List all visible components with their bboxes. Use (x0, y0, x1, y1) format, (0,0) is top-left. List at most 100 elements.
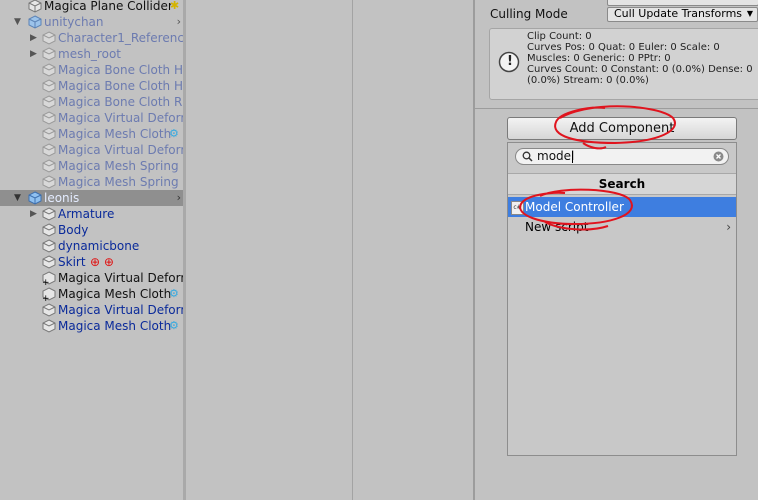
result-label: Model Controller (525, 200, 624, 214)
hierarchy-row[interactable]: Magica Mesh Cloth ⚙ (0, 318, 183, 334)
hierarchy-row[interactable]: Magica Mesh Cloth ⚙ (0, 126, 183, 142)
add-component-popup: model Search c# Model Controller New scr… (507, 142, 737, 456)
open-prefab-arrow-icon[interactable]: › (177, 191, 181, 204)
hierarchy-item-label: Magica Mesh Cloth (58, 319, 172, 333)
gameobject-cube-icon (42, 303, 56, 317)
hierarchy-item-label: unitychan (44, 15, 104, 29)
result-model-controller[interactable]: c# Model Controller (508, 197, 736, 217)
hierarchy-item-label: Magica Bone Cloth Rib (58, 95, 183, 109)
hierarchy-row[interactable]: Body (0, 222, 183, 238)
open-prefab-arrow-icon[interactable]: › (177, 15, 181, 28)
cloth-icon: ⚙ (169, 319, 179, 332)
hierarchy-item-label: Magica Mesh Cloth (58, 287, 172, 301)
text-caret (572, 151, 573, 163)
hierarchy-item-label: Magica Virtual Deform (58, 143, 183, 157)
hierarchy-row[interactable]: ▶ mesh_root (0, 46, 183, 62)
prefab-cube-icon (28, 15, 42, 29)
hierarchy-row[interactable]: dynamicbone (0, 238, 183, 254)
expand-arrow-icon[interactable]: ▼ (14, 192, 24, 204)
cloth-icon: ⚙ (169, 287, 179, 300)
expand-arrow-icon[interactable]: ▶ (30, 32, 40, 44)
search-icon (522, 151, 533, 162)
hierarchy-item-label: dynamicbone (58, 239, 140, 253)
gameobject-cube-icon (42, 319, 56, 333)
dynamic-collider-icon: ⊕ ⊕ (90, 255, 114, 269)
gameobject-cube-icon (42, 255, 56, 269)
gameobject-cube-icon (42, 159, 56, 173)
hierarchy-item-label: Body (58, 223, 89, 237)
gameobject-cube-icon (42, 223, 56, 237)
hierarchy-item-label: Magica Virtual Deform (58, 111, 183, 125)
inspector-panel: Culling Mode Cull Update Transforms ▼ ! … (475, 0, 758, 500)
hierarchy-panel: Magica Plane Collider ✱ ▼ unitychan › ▶ … (0, 0, 183, 500)
scene-view-panel[interactable] (186, 0, 352, 500)
search-results-header: Search (508, 173, 736, 195)
culling-mode-dropdown[interactable]: Cull Update Transforms ▼ (607, 7, 758, 22)
hierarchy-row-selected[interactable]: ▼ leonis › (0, 190, 183, 206)
culling-mode-label: Culling Mode (490, 7, 568, 21)
hierarchy-row[interactable]: Skirt ⊕ ⊕ (0, 254, 183, 270)
hierarchy-row[interactable]: Magica Mesh Spring B (0, 174, 183, 190)
svg-text:+: + (42, 278, 50, 285)
hierarchy-item-label: mesh_root (58, 47, 121, 61)
cloth-icon: ⚙ (169, 127, 179, 140)
hierarchy-row[interactable]: Magica Bone Cloth Ha (0, 62, 183, 78)
gameobject-cube-icon (42, 63, 56, 77)
expand-arrow-icon[interactable]: ▼ (14, 16, 24, 28)
gameobject-cube-icon (42, 95, 56, 109)
hierarchy-item-label: Magica Plane Collider (44, 0, 173, 13)
hierarchy-row[interactable]: ▶ Character1_Reference (0, 30, 183, 46)
hierarchy-row[interactable]: Magica Bone Cloth Rib (0, 94, 183, 110)
hierarchy-item-label: Magica Virtual Deform (58, 303, 183, 317)
prefab-cube-icon (28, 191, 42, 205)
project-panel[interactable] (353, 0, 473, 500)
added-gameobject-icon: + (42, 271, 56, 285)
dropdown-arrow-icon: ▼ (746, 9, 753, 18)
hierarchy-item-label: Magica Virtual Deform (58, 271, 183, 285)
hierarchy-row[interactable]: Magica Mesh Spring B (0, 158, 183, 174)
hierarchy-row[interactable]: Magica Virtual Deform (0, 142, 183, 158)
gameobject-cube-icon (42, 175, 56, 189)
gameobject-cube-icon (42, 143, 56, 157)
gameobject-cube-icon (42, 207, 56, 221)
hierarchy-row[interactable]: Magica Plane Collider ✱ (0, 0, 183, 14)
gameobject-cube-icon (42, 127, 56, 141)
update-mode-dropdown[interactable] (607, 0, 758, 6)
submenu-arrow-icon: › (726, 220, 731, 234)
added-gameobject-icon: + (42, 287, 56, 301)
hierarchy-row[interactable]: ▶ Armature (0, 206, 183, 222)
result-label: New script (525, 220, 589, 234)
search-input-value: model (537, 149, 575, 163)
gameobject-cube-icon (42, 111, 56, 125)
hierarchy-item-label: Magica Mesh Spring B (58, 175, 183, 189)
collider-icon: ✱ (170, 0, 180, 12)
expand-arrow-icon[interactable]: ▶ (30, 48, 40, 60)
gameobject-cube-icon (42, 47, 56, 61)
result-new-script[interactable]: New script › (508, 217, 736, 237)
hierarchy-item-label: Magica Mesh Cloth (58, 127, 172, 141)
gameobject-cube-icon (42, 239, 56, 253)
hierarchy-item-label: Character1_Reference (58, 31, 183, 45)
csharp-script-icon: c# (511, 201, 524, 215)
hierarchy-row[interactable]: + Magica Virtual Deform (0, 270, 183, 286)
hierarchy-item-label: Magica Bone Cloth Ha (58, 79, 183, 93)
add-component-button[interactable]: Add Component (507, 117, 737, 140)
hierarchy-row[interactable]: + Magica Mesh Cloth ⚙ (0, 286, 183, 302)
clear-search-icon[interactable] (713, 151, 724, 162)
info-exclamation-glyph: ! (507, 54, 513, 69)
hierarchy-item-label: Skirt (58, 255, 86, 269)
hierarchy-row[interactable]: ▼ unitychan › (0, 14, 183, 30)
expand-arrow-icon[interactable]: ▶ (30, 208, 40, 220)
hierarchy-row[interactable]: Magica Virtual Deform (0, 302, 183, 318)
hierarchy-row[interactable]: Magica Bone Cloth Ha (0, 78, 183, 94)
svg-text:+: + (42, 294, 50, 301)
gameobject-cube-icon (42, 79, 56, 93)
hierarchy-item-label: leonis (44, 191, 80, 205)
component-search-input[interactable]: model (515, 148, 729, 165)
divider (475, 108, 758, 109)
gameobject-cube-icon (42, 31, 56, 45)
hierarchy-item-label: Armature (58, 207, 115, 221)
hierarchy-row[interactable]: Magica Virtual Deform (0, 110, 183, 126)
hierarchy-item-label: Magica Mesh Spring B (58, 159, 183, 173)
hierarchy-item-label: Magica Bone Cloth Ha (58, 63, 183, 77)
